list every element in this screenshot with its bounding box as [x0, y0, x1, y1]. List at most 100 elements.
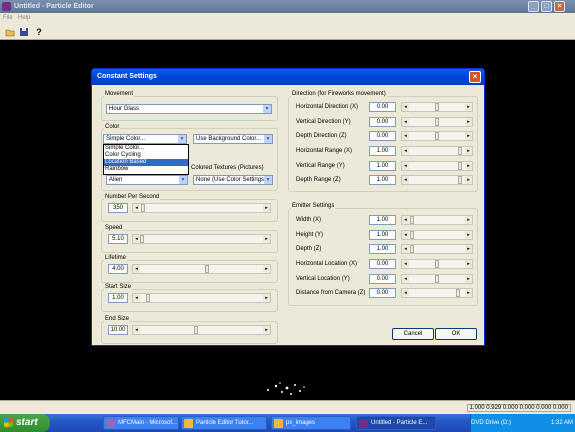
emitter-value-field[interactable]: 1.00	[369, 230, 396, 240]
menu-help[interactable]: Help	[18, 13, 30, 24]
slider-thumb[interactable]	[435, 103, 439, 111]
slider[interactable]: ◂ ▸	[401, 259, 473, 269]
slider[interactable]: ◂ ▸	[401, 244, 473, 254]
menu-file[interactable]: File	[3, 13, 13, 24]
slider-thumb[interactable]	[410, 216, 415, 224]
ok-button[interactable]: OK	[435, 328, 477, 340]
taskbar-item[interactable]: MFCMain - Microsof...	[103, 416, 179, 430]
scroll-left-icon[interactable]: ◂	[402, 216, 409, 224]
slider[interactable]: ◂ ▸	[401, 230, 473, 240]
slider[interactable]: ◂ ▸	[401, 131, 473, 141]
direction-value-field[interactable]: 0.00	[369, 131, 396, 141]
scroll-left-icon[interactable]: ◂	[402, 260, 409, 268]
slider-thumb[interactable]	[410, 245, 415, 253]
slider-value-field[interactable]: 1.00	[108, 293, 128, 303]
slider[interactable]: ◂ ▸	[401, 288, 473, 298]
scroll-right-icon[interactable]: ▸	[465, 162, 472, 170]
slider-thumb[interactable]	[205, 265, 210, 273]
slider[interactable]: ◂ ▸	[132, 264, 271, 274]
emitter-value-field[interactable]: 1.00	[369, 215, 396, 225]
slider-thumb[interactable]	[193, 326, 198, 334]
slider-value-field[interactable]: 5.10	[108, 234, 128, 244]
emitter-value-field[interactable]: 0.00	[369, 274, 396, 284]
scroll-right-icon[interactable]: ▸	[465, 289, 472, 297]
slider[interactable]: ◂ ▸	[132, 203, 271, 213]
slider[interactable]: ◂ ▸	[132, 293, 271, 303]
slider-thumb[interactable]	[435, 260, 439, 268]
direction-value-field[interactable]: 0.00	[369, 117, 396, 127]
cancel-button[interactable]: Cancel	[392, 328, 434, 340]
maximize-button[interactable]: □	[541, 1, 552, 12]
start-button[interactable]: start	[0, 414, 50, 432]
movement-select[interactable]: Hour Glass ▼	[106, 104, 272, 114]
direction-value-field[interactable]: 0.00	[369, 102, 396, 112]
scroll-left-icon[interactable]: ◂	[402, 103, 409, 111]
scroll-left-icon[interactable]: ◂	[402, 118, 409, 126]
slider[interactable]: ◂ ▸	[401, 175, 473, 185]
textures-select[interactable]: None (Use Color Settings) ▼	[193, 175, 273, 185]
slider[interactable]: ◂ ▸	[401, 117, 473, 127]
taskbar-item-active[interactable]: Untitled - Particle E...	[356, 416, 436, 430]
color-select[interactable]: Simple Color... ▼	[103, 134, 187, 144]
color-option[interactable]: Color Cycling	[104, 152, 188, 159]
color-option-selected[interactable]: Location Based	[104, 159, 188, 166]
scroll-left-icon[interactable]: ◂	[402, 289, 409, 297]
taskbar-item[interactable]: ps_images	[271, 416, 351, 430]
emitter-value-field[interactable]: 0.00	[369, 288, 396, 298]
scroll-right-icon[interactable]: ▸	[465, 147, 472, 155]
scroll-left-icon[interactable]: ◂	[402, 132, 409, 140]
scroll-left-icon[interactable]: ◂	[402, 147, 409, 155]
slider-thumb[interactable]	[141, 204, 146, 212]
slider[interactable]: ◂ ▸	[401, 146, 473, 156]
slider[interactable]: ◂ ▸	[132, 325, 271, 335]
scroll-left-icon[interactable]: ◂	[402, 162, 409, 170]
slider-thumb[interactable]	[455, 289, 460, 297]
slider[interactable]: ◂ ▸	[401, 102, 473, 112]
scroll-left-icon[interactable]: ◂	[402, 245, 409, 253]
slider-thumb[interactable]	[410, 231, 415, 239]
scroll-left-icon[interactable]: ◂	[133, 326, 140, 334]
slider-thumb[interactable]	[140, 235, 144, 243]
drive-item[interactable]: DVD Drive (D:)	[471, 414, 511, 432]
scroll-right-icon[interactable]: ▸	[465, 231, 472, 239]
close-button[interactable]: ×	[554, 1, 565, 12]
scroll-right-icon[interactable]: ▸	[263, 235, 270, 243]
scroll-left-icon[interactable]: ◂	[133, 235, 140, 243]
slider-thumb[interactable]	[435, 132, 439, 140]
emitter-value-field[interactable]: 1.00	[369, 244, 396, 254]
scroll-right-icon[interactable]: ▸	[465, 103, 472, 111]
slider-thumb[interactable]	[458, 147, 463, 155]
direction-value-field[interactable]: 1.00	[369, 146, 396, 156]
slider-value-field[interactable]: 10.00	[108, 325, 128, 335]
color-option[interactable]: Rainbow	[104, 166, 188, 173]
scroll-right-icon[interactable]: ▸	[263, 204, 270, 212]
slider-thumb[interactable]	[435, 275, 439, 283]
dialog-close-icon[interactable]: ×	[469, 71, 481, 83]
slider-thumb[interactable]	[145, 294, 150, 302]
scroll-left-icon[interactable]: ◂	[133, 294, 140, 302]
slider-value-field[interactable]: 350	[108, 203, 128, 213]
scroll-right-icon[interactable]: ▸	[465, 245, 472, 253]
scroll-right-icon[interactable]: ▸	[263, 265, 270, 273]
slider-thumb[interactable]	[458, 176, 463, 184]
save-icon[interactable]	[19, 27, 29, 37]
scroll-right-icon[interactable]: ▸	[465, 132, 472, 140]
slider[interactable]: ◂ ▸	[401, 274, 473, 284]
open-icon[interactable]	[5, 27, 15, 37]
scroll-right-icon[interactable]: ▸	[465, 176, 472, 184]
hidden-select[interactable]: Alien ▼	[106, 175, 188, 185]
slider-value-field[interactable]: 4.00	[108, 264, 128, 274]
slider-thumb[interactable]	[435, 118, 439, 126]
slider[interactable]: ◂ ▸	[132, 234, 271, 244]
slider-thumb[interactable]	[458, 162, 463, 170]
color-option[interactable]: Simple Color...	[104, 145, 188, 152]
scroll-right-icon[interactable]: ▸	[465, 118, 472, 126]
scroll-left-icon[interactable]: ◂	[402, 275, 409, 283]
scroll-left-icon[interactable]: ◂	[402, 176, 409, 184]
slider[interactable]: ◂ ▸	[401, 215, 473, 225]
scroll-right-icon[interactable]: ▸	[465, 216, 472, 224]
scroll-right-icon[interactable]: ▸	[465, 260, 472, 268]
help-icon[interactable]: ?	[34, 27, 44, 37]
scroll-right-icon[interactable]: ▸	[263, 294, 270, 302]
scroll-left-icon[interactable]: ◂	[133, 204, 140, 212]
